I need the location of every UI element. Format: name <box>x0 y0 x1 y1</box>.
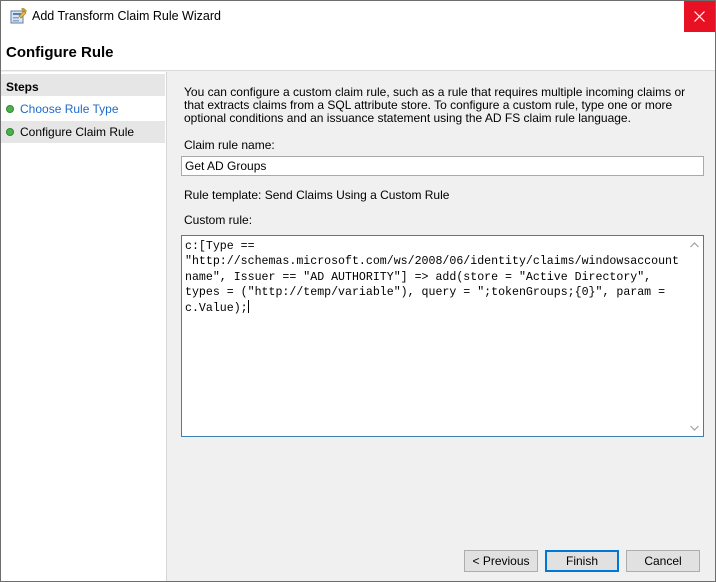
custom-rule-textarea[interactable]: c:[Type == "http://schemas.microsoft.com… <box>181 235 704 437</box>
custom-rule-text: c:[Type == "http://schemas.microsoft.com… <box>185 240 679 316</box>
steps-heading: Steps <box>1 74 165 96</box>
close-icon <box>694 11 705 22</box>
scroll-down-arrow-icon[interactable] <box>690 423 699 432</box>
wizard-app-icon <box>10 7 28 26</box>
window-title: Add Transform Claim Rule Wizard <box>32 9 221 23</box>
scroll-up-arrow-icon[interactable] <box>690 240 699 249</box>
rule-template-label: Rule template: Send Claims Using a Custo… <box>184 188 450 202</box>
step-label: Configure Claim Rule <box>20 125 135 139</box>
claim-rule-name-label: Claim rule name: <box>184 138 275 152</box>
configure-rule-content: You can configure a custom claim rule, s… <box>168 72 715 552</box>
previous-button[interactable]: < Previous <box>464 550 538 572</box>
steps-heading-label: Steps <box>6 80 39 94</box>
claim-rule-name-input[interactable] <box>181 156 704 176</box>
custom-rule-label: Custom rule: <box>184 213 253 227</box>
page-title: Configure Rule <box>6 44 114 61</box>
close-button[interactable] <box>684 1 715 32</box>
step-choose-rule-type[interactable]: Choose Rule Type <box>1 98 165 120</box>
wizard-header: Configure Rule <box>1 32 715 71</box>
vertical-scrollbar[interactable] <box>686 236 703 436</box>
step-status-dot-icon <box>6 128 14 136</box>
step-configure-claim-rule: Configure Claim Rule <box>1 121 165 143</box>
steps-panel: Steps Choose Rule Type Configure Claim R… <box>1 72 167 581</box>
step-status-dot-icon <box>6 105 14 113</box>
title-bar[interactable]: Add Transform Claim Rule Wizard <box>1 1 715 32</box>
rule-description: You can configure a custom claim rule, s… <box>184 85 686 125</box>
wizard-window: Add Transform Claim Rule Wizard Configur… <box>0 0 716 582</box>
finish-button[interactable]: Finish <box>545 550 619 572</box>
wizard-footer: < Previous Finish Cancel <box>168 543 715 581</box>
text-caret <box>247 300 249 314</box>
step-label[interactable]: Choose Rule Type <box>20 102 119 116</box>
cancel-button[interactable]: Cancel <box>626 550 700 572</box>
